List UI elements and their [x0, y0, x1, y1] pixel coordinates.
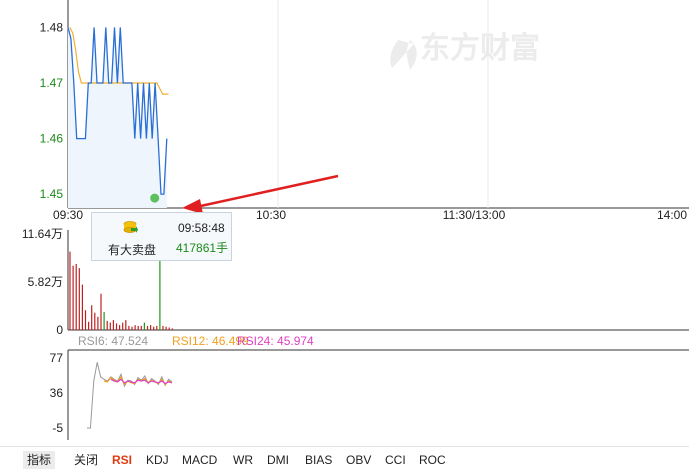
rsi-panel: RSI6: 47.524 RSI12: 46.499RSI24: 45.974 7…	[50, 334, 689, 440]
rsi-legend: RSI6: 47.524 RSI12: 46.499RSI24: 45.974	[78, 334, 314, 348]
rsi-legend-item: RSI6: 47.524	[78, 334, 148, 348]
price-x-tick-label: 11:30/13:00	[443, 208, 506, 222]
tab-cci[interactable]: CCI	[385, 451, 406, 469]
price-area	[68, 27, 167, 209]
tab-close[interactable]: 关闭	[74, 451, 98, 469]
price-x-tick-label: 14:00	[657, 208, 687, 222]
rsi-y-tick-label: 77	[50, 351, 64, 365]
tab-obv[interactable]: OBV	[346, 451, 371, 469]
tab-rsi[interactable]: RSI	[112, 451, 132, 469]
volume-y-tick-label: 11.64万	[22, 227, 63, 241]
tab-wr[interactable]: WR	[233, 451, 253, 469]
tooltip-time: 09:58:48	[178, 221, 225, 235]
rsi-y-ticks: 77 36 -5	[50, 351, 64, 435]
price-y-tick-label: 1.46	[40, 132, 64, 146]
price-y-ticks: 1.48 1.47 1.46 1.45	[40, 20, 64, 201]
big-sell-marker[interactable]	[150, 193, 160, 203]
tooltip-volume: 417861手	[176, 241, 229, 255]
watermark-logo-icon	[390, 40, 417, 70]
rsi-y-tick-label: -5	[52, 421, 63, 435]
volume-y-ticks: 11.64万 5.82万 0	[22, 227, 63, 337]
tab-kdj[interactable]: KDJ	[146, 451, 169, 469]
rsi-legend-item: RSI24: 45.974	[237, 334, 314, 348]
rsi-y-tick-label: 36	[50, 386, 64, 400]
volume-y-tick-label: 5.82万	[28, 275, 63, 289]
price-y-tick-label: 1.47	[40, 76, 64, 90]
tab-dmi[interactable]: DMI	[267, 451, 289, 469]
price-y-tick-label: 1.45	[40, 187, 64, 201]
price-y-tick-label: 1.48	[40, 20, 64, 34]
watermark-text: 东方财富	[420, 31, 540, 66]
volume-y-tick-label: 0	[56, 323, 63, 337]
watermark: 东方财富	[390, 31, 540, 70]
price-x-tick-label: 09:30	[53, 208, 83, 222]
price-x-tick-label: 10:30	[256, 208, 286, 222]
indicator-tabs: 指标 关闭 RSI KDJ MACD WR DMI BIAS OBV CCI R…	[0, 446, 689, 470]
tab-bias[interactable]: BIAS	[305, 451, 332, 469]
trade-tooltip: 有大卖盘 09:58:48 417861手	[91, 212, 232, 261]
tooltip-label: 有大卖盘	[108, 243, 157, 257]
tab-macd[interactable]: MACD	[182, 451, 217, 469]
indicator-tabs-header: 指标	[23, 451, 56, 469]
coin-stack-icon	[123, 221, 138, 233]
tab-roc[interactable]: ROC	[419, 451, 446, 469]
rsi6-line	[87, 362, 173, 429]
price-panel: 1.48 1.47 1.46 1.45 09:30 10:30 11:30/13:00 14…	[40, 0, 689, 222]
